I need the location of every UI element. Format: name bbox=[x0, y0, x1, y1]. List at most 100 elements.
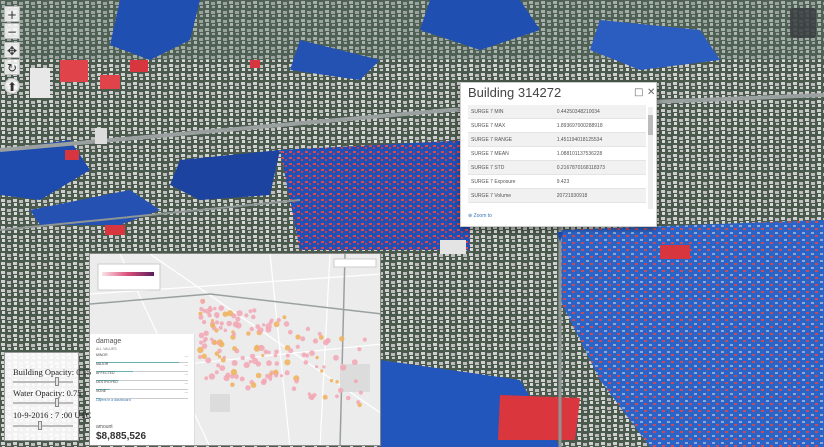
damage-point[interactable] bbox=[240, 355, 245, 361]
damage-point[interactable] bbox=[223, 328, 228, 333]
damage-point[interactable] bbox=[322, 365, 326, 369]
damage-point[interactable] bbox=[231, 360, 238, 366]
damage-point[interactable] bbox=[362, 337, 367, 342]
damage-point[interactable] bbox=[200, 299, 206, 304]
damage-point[interactable] bbox=[266, 360, 272, 366]
damage-point[interactable] bbox=[201, 353, 207, 359]
slider-thumb[interactable] bbox=[55, 398, 59, 407]
damage-point[interactable] bbox=[273, 353, 278, 358]
damage-point[interactable] bbox=[283, 321, 290, 327]
damage-point[interactable] bbox=[199, 340, 203, 345]
damage-point[interactable] bbox=[219, 365, 226, 371]
damage-point[interactable] bbox=[279, 374, 284, 378]
damage-point[interactable] bbox=[230, 368, 238, 376]
damage-point[interactable] bbox=[248, 309, 253, 314]
damage-point[interactable] bbox=[236, 310, 243, 317]
damage-point[interactable] bbox=[251, 314, 256, 320]
damage-point[interactable] bbox=[258, 345, 265, 352]
damage-point[interactable] bbox=[312, 393, 317, 398]
damage-point[interactable] bbox=[274, 349, 279, 355]
damage-point[interactable] bbox=[291, 386, 297, 391]
damage-point[interactable] bbox=[335, 394, 339, 399]
damage-point[interactable] bbox=[329, 378, 334, 383]
slider-thumb[interactable] bbox=[55, 377, 59, 386]
damage-point[interactable] bbox=[212, 340, 217, 345]
rotate-icon[interactable]: ↻ bbox=[4, 59, 20, 75]
damage-point[interactable] bbox=[284, 359, 291, 366]
damage-point[interactable] bbox=[318, 335, 324, 340]
damage-point[interactable] bbox=[315, 365, 319, 369]
damage-point[interactable] bbox=[282, 315, 287, 320]
damage-point[interactable] bbox=[204, 376, 209, 381]
damage-point[interactable] bbox=[345, 395, 351, 401]
damage-point[interactable] bbox=[201, 343, 208, 349]
zoom-out-button[interactable]: − bbox=[4, 23, 20, 39]
damage-point[interactable] bbox=[235, 316, 241, 322]
scroll-thumb[interactable] bbox=[648, 115, 653, 135]
damage-point[interactable] bbox=[246, 331, 251, 336]
damage-point[interactable] bbox=[202, 308, 207, 313]
damage-point[interactable] bbox=[225, 372, 231, 378]
compass-icon[interactable]: ⬆ bbox=[4, 78, 20, 94]
damage-point[interactable] bbox=[339, 336, 345, 342]
damage-point[interactable] bbox=[305, 353, 309, 358]
damage-point[interactable] bbox=[358, 390, 363, 395]
damage-point[interactable] bbox=[213, 306, 217, 311]
damage-point[interactable] bbox=[216, 341, 220, 346]
damage-point[interactable] bbox=[338, 387, 344, 394]
damage-point[interactable] bbox=[261, 353, 265, 358]
maximize-icon[interactable]: □ bbox=[634, 87, 643, 98]
zoom-to-link[interactable]: ⊕ Zoom to bbox=[468, 213, 492, 219]
building-opacity-slider[interactable] bbox=[13, 377, 73, 386]
damage-point[interactable] bbox=[210, 322, 216, 328]
damage-point[interactable] bbox=[203, 336, 208, 342]
damage-point[interactable] bbox=[197, 354, 203, 360]
damage-point[interactable] bbox=[252, 308, 257, 313]
damage-point[interactable] bbox=[353, 379, 358, 384]
damage-point[interactable] bbox=[226, 320, 232, 327]
dashboard-link[interactable]: Layers in a dashboard bbox=[96, 398, 131, 402]
damage-point[interactable] bbox=[312, 338, 319, 344]
damage-point[interactable] bbox=[205, 357, 212, 364]
damage-point[interactable] bbox=[263, 349, 269, 355]
damage-point[interactable] bbox=[322, 394, 328, 400]
damage-point[interactable] bbox=[276, 317, 281, 323]
damage-point[interactable] bbox=[208, 305, 212, 310]
damage-point[interactable] bbox=[357, 347, 362, 352]
damage-point[interactable] bbox=[218, 305, 224, 311]
slider-thumb[interactable] bbox=[38, 421, 43, 430]
damage-point[interactable] bbox=[245, 385, 251, 391]
damage-point[interactable] bbox=[248, 360, 253, 364]
time-slider[interactable] bbox=[13, 421, 73, 430]
damage-point[interactable] bbox=[208, 373, 216, 380]
damage-point[interactable] bbox=[261, 378, 267, 384]
damage-point[interactable] bbox=[244, 313, 249, 318]
damage-point[interactable] bbox=[315, 355, 319, 360]
damage-point[interactable] bbox=[300, 336, 306, 342]
water-opacity-slider[interactable] bbox=[13, 398, 73, 407]
damage-point[interactable] bbox=[235, 322, 242, 329]
damage-point[interactable] bbox=[270, 318, 274, 323]
damage-point[interactable] bbox=[218, 325, 223, 330]
damage-point[interactable] bbox=[309, 350, 315, 356]
damage-point[interactable] bbox=[356, 400, 361, 405]
close-icon[interactable]: ✕ bbox=[647, 87, 655, 98]
damage-point[interactable] bbox=[198, 314, 204, 320]
damage-point[interactable] bbox=[219, 321, 224, 326]
popup-scrollbar[interactable] bbox=[648, 107, 653, 209]
damage-point[interactable] bbox=[232, 332, 236, 337]
damage-point[interactable] bbox=[284, 370, 290, 376]
damage-point[interactable] bbox=[214, 351, 220, 356]
damage-point[interactable] bbox=[217, 355, 222, 359]
damage-point[interactable] bbox=[257, 327, 264, 334]
damage-point[interactable] bbox=[251, 357, 259, 365]
damage-point[interactable] bbox=[227, 310, 234, 317]
damage-point[interactable] bbox=[268, 377, 273, 381]
damage-point[interactable] bbox=[201, 319, 207, 325]
damage-point[interactable] bbox=[295, 344, 300, 349]
damage-point[interactable] bbox=[305, 326, 311, 332]
damage-point[interactable] bbox=[255, 372, 262, 379]
damage-point[interactable] bbox=[288, 329, 293, 335]
damage-point[interactable] bbox=[215, 320, 219, 325]
damage-point[interactable] bbox=[333, 354, 339, 361]
